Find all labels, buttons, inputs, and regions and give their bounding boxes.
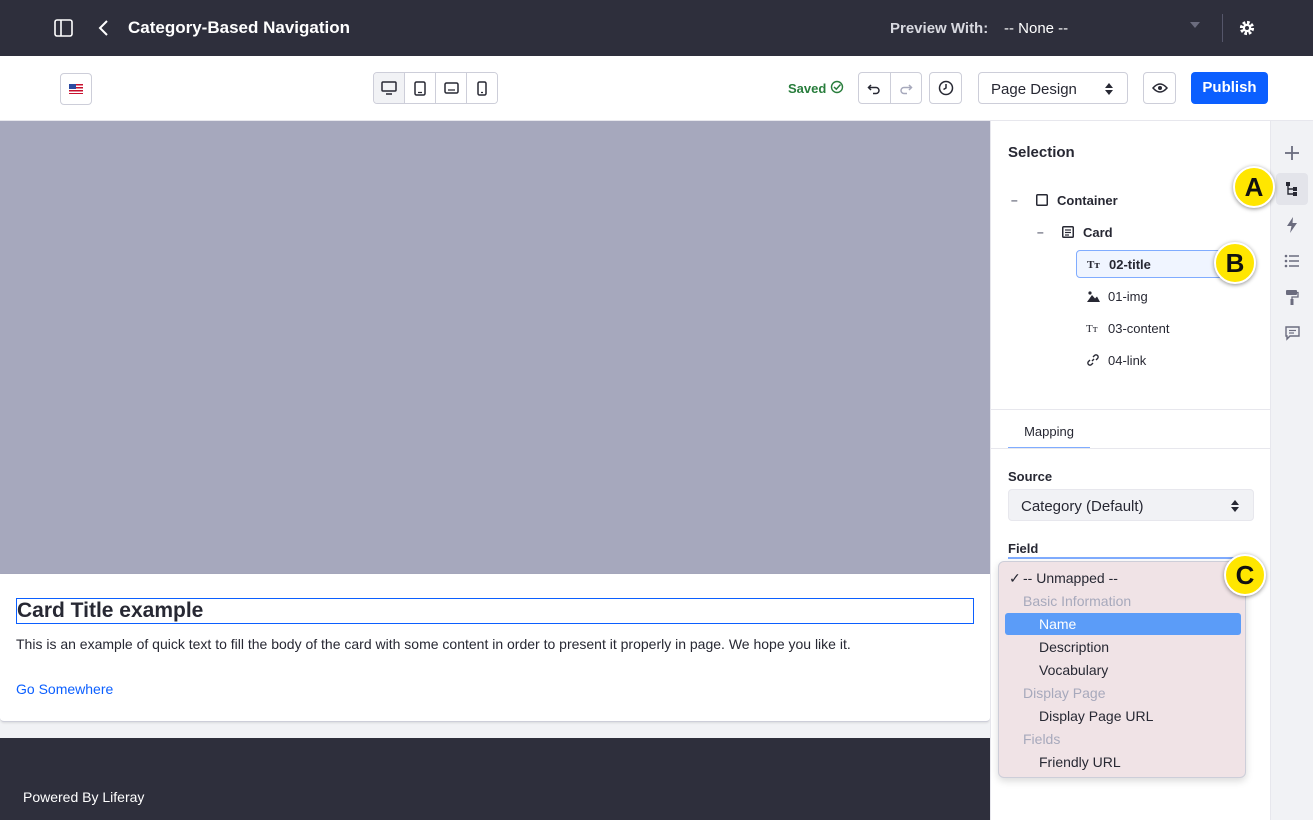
- tab-mapping[interactable]: Mapping: [1008, 424, 1090, 449]
- chevron-down-icon: [1190, 22, 1200, 28]
- tree-item-card[interactable]: – Card: [1033, 218, 1247, 246]
- plus-icon[interactable]: [1281, 142, 1303, 164]
- us-flag-icon: [69, 84, 83, 94]
- selection-title: Selection: [1008, 144, 1075, 161]
- history-button[interactable]: [929, 72, 962, 104]
- eye-icon: [1151, 83, 1168, 93]
- card-link[interactable]: Go Somewhere: [16, 681, 113, 697]
- redo-button[interactable]: [891, 73, 922, 103]
- check-circle-icon: [830, 80, 844, 94]
- sidebar-toggle-icon[interactable]: [54, 19, 74, 37]
- desktop-icon: [381, 81, 397, 95]
- back-icon[interactable]: [96, 18, 112, 38]
- svg-text:Tт: Tт: [1087, 259, 1100, 270]
- tree-item-label: Card: [1083, 224, 1113, 240]
- undo-redo-group: [858, 72, 922, 104]
- landscape-view-button[interactable]: [436, 73, 467, 103]
- page-footer: Powered By Liferay: [0, 738, 990, 820]
- divider: [991, 448, 1271, 449]
- language-selector-button[interactable]: [60, 73, 92, 105]
- collapse-icon[interactable]: –: [1037, 225, 1044, 239]
- dropdown-option-name[interactable]: Name: [1005, 613, 1241, 635]
- tree-item-label: 04-link: [1108, 352, 1147, 368]
- device-selector: [373, 72, 498, 104]
- callout-a: A: [1233, 166, 1275, 208]
- option-label: -- Unmapped --: [1023, 570, 1118, 586]
- dropdown-option-friendly-url[interactable]: Friendly URL: [1005, 751, 1241, 773]
- comment-icon[interactable]: [1281, 322, 1303, 344]
- tree-item-label: 02-title: [1109, 256, 1151, 272]
- source-label: Source: [1008, 469, 1053, 484]
- text-icon: Tт: [1087, 257, 1101, 271]
- link-icon: [1086, 353, 1100, 367]
- container-icon: [1035, 193, 1049, 207]
- dropdown-option-unmapped[interactable]: ✓ -- Unmapped --: [1005, 567, 1241, 589]
- page-title: Category-Based Navigation: [128, 18, 350, 37]
- caret-double-icon: [1231, 500, 1239, 512]
- divider: [1222, 14, 1223, 42]
- divider: [991, 409, 1271, 410]
- page-canvas: Card Title example This is an example of…: [0, 121, 990, 820]
- paint-roller-icon[interactable]: [1281, 286, 1303, 308]
- tree-item-04-link[interactable]: 04-link: [1086, 346, 1236, 374]
- list-icon[interactable]: [1281, 250, 1303, 272]
- preview-button[interactable]: [1143, 72, 1176, 104]
- dropdown-group-header: Display Page: [1023, 685, 1106, 701]
- mode-select[interactable]: Page Design: [978, 72, 1128, 104]
- check-icon: ✓: [1009, 570, 1021, 586]
- sidebar-rail: [1270, 121, 1313, 820]
- text-icon: Tт: [1086, 321, 1100, 335]
- dropdown-option-description[interactable]: Description: [1005, 636, 1241, 658]
- preview-with-value: -- None --: [1004, 20, 1069, 37]
- page-structure-icon[interactable]: [1276, 173, 1308, 205]
- bolt-icon[interactable]: [1281, 214, 1303, 236]
- svg-text:Tт: Tт: [1086, 323, 1098, 334]
- field-label: Field: [1008, 541, 1039, 556]
- caret-double-icon: [1105, 83, 1113, 95]
- tablet-view-button[interactable]: [405, 73, 436, 103]
- tablet-icon: [414, 80, 426, 96]
- preview-with-select[interactable]: -- None --: [1004, 18, 1204, 40]
- mode-select-value: Page Design: [991, 81, 1077, 98]
- publish-button[interactable]: Publish: [1191, 72, 1268, 104]
- tree-item-label: Container: [1057, 192, 1118, 208]
- phone-icon: [477, 80, 487, 96]
- tree-item-label: 01-img: [1108, 288, 1148, 304]
- tree-item-label: 03-content: [1108, 320, 1170, 336]
- top-bar: Category-Based Navigation Preview With: …: [0, 0, 1313, 56]
- card-text[interactable]: This is an example of quick text to fill…: [16, 636, 851, 652]
- card-body: Card Title example This is an example of…: [0, 574, 990, 722]
- fragment-icon: [1061, 225, 1075, 239]
- undo-button[interactable]: [859, 73, 891, 103]
- dropdown-group-header: Basic Information: [1023, 593, 1132, 609]
- field-dropdown-menu: ✓ -- Unmapped -- Basic Information Name …: [998, 561, 1246, 778]
- tree-item-02-title[interactable]: Tт 02-title: [1076, 250, 1226, 278]
- tree-item-01-img[interactable]: 01-img: [1086, 282, 1236, 310]
- dropdown-group-header: Fields: [1023, 731, 1061, 747]
- image-icon: [1086, 289, 1100, 303]
- landscape-icon: [443, 82, 459, 94]
- callout-b: B: [1214, 242, 1256, 284]
- gear-icon[interactable]: [1238, 19, 1256, 37]
- tree-item-container[interactable]: – Container: [1007, 186, 1247, 214]
- undo-icon: [867, 84, 880, 95]
- redo-icon: [900, 84, 913, 95]
- collapse-icon[interactable]: –: [1011, 193, 1018, 207]
- saved-status: Saved: [788, 81, 827, 96]
- page-editor-toolbar: Saved Page Design Publish: [0, 56, 1313, 121]
- clock-icon: [938, 80, 953, 96]
- phone-view-button[interactable]: [467, 73, 497, 103]
- dropdown-option-display-page-url[interactable]: Display Page URL: [1005, 705, 1241, 727]
- dropdown-option-vocabulary[interactable]: Vocabulary: [1005, 659, 1241, 681]
- tree-item-03-content[interactable]: Tт 03-content: [1086, 314, 1236, 342]
- desktop-view-button[interactable]: [374, 73, 405, 103]
- source-select[interactable]: Category (Default): [1008, 489, 1254, 521]
- card-image-placeholder[interactable]: [0, 121, 990, 574]
- source-select-value: Category (Default): [1021, 498, 1144, 515]
- callout-c: C: [1224, 554, 1266, 596]
- preview-with-label: Preview With:: [890, 20, 989, 37]
- footer-text: Powered By Liferay: [23, 789, 145, 805]
- card-title[interactable]: Card Title example: [16, 598, 974, 624]
